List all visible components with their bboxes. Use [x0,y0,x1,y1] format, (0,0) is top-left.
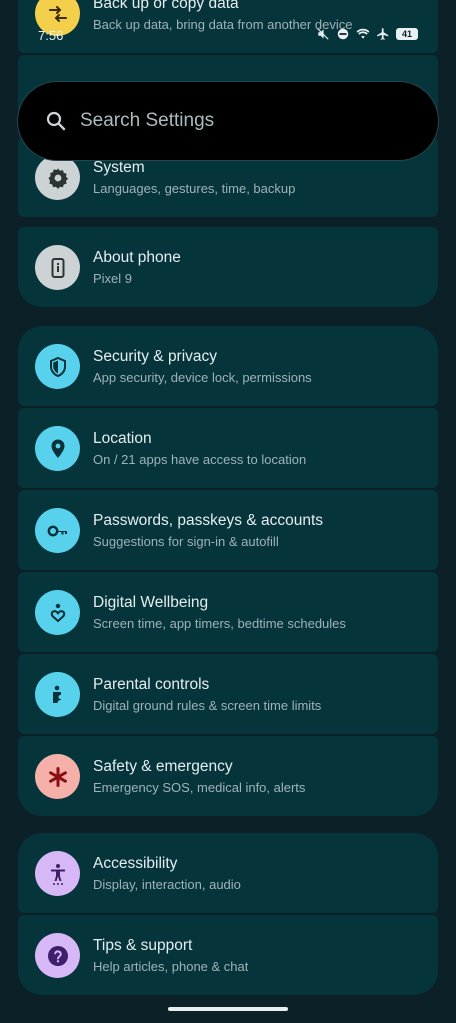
airplane-icon [377,28,389,40]
item-subtitle: Digital ground rules & screen time limit… [93,698,322,713]
settings-item-location[interactable]: Location On / 21 apps have access to loc… [18,408,438,488]
item-subtitle: Help articles, phone & chat [93,959,249,974]
accessibility-icon [35,851,80,896]
item-subtitle: Pixel 9 [93,271,133,286]
help-icon [35,933,80,978]
item-title: About phone [93,249,181,266]
status-time: 7:56 [38,28,64,43]
item-title: Tips & support [93,937,193,954]
item-title: System [93,159,145,176]
location-pin-icon [35,426,80,471]
shield-icon [35,344,80,389]
battery-indicator: 41 [396,28,418,40]
settings-item-safety-emergency[interactable]: Safety & emergency Emergency SOS, medica… [18,736,438,816]
key-icon [35,508,80,553]
parental-icon [35,672,80,717]
search-bar[interactable]: Search Settings [18,82,438,160]
item-title: Security & privacy [93,348,218,365]
wifi-icon [356,28,370,39]
settings-screen: 7:56 41 Search Settings Back up or copy … [0,0,456,1023]
status-icons: 41 [316,27,418,41]
item-subtitle: Languages, gestures, time, backup [93,181,296,196]
item-subtitle: Emergency SOS, medical info, alerts [93,780,306,795]
mute-icon [317,28,329,40]
item-subtitle: Screen time, app timers, bedtime schedul… [93,616,346,631]
wellbeing-heart-icon [35,590,80,635]
phone-info-icon [35,245,80,290]
item-title: Parental controls [93,676,210,693]
item-title: Accessibility [93,855,178,872]
item-subtitle: Suggestions for sign-in & autofill [93,534,279,549]
item-title: Passwords, passkeys & accounts [93,512,324,529]
settings-item-tips-support[interactable]: Tips & support Help articles, phone & ch… [18,915,438,995]
settings-item-passwords[interactable]: Passwords, passkeys & accounts Suggestio… [18,490,438,570]
item-subtitle: App security, device lock, permissions [93,370,312,385]
settings-item-security-privacy[interactable]: Security & privacy App security, device … [18,326,438,406]
settings-item-parental-controls[interactable]: Parental controls Digital ground rules &… [18,654,438,734]
status-bar: 7:56 41 [0,26,456,48]
asterisk-icon [35,754,80,799]
gear-icon [35,155,80,200]
settings-item-digital-wellbeing[interactable]: Digital Wellbeing Screen time, app timer… [18,572,438,652]
search-icon [46,111,66,131]
settings-item-about-phone[interactable]: About phone Pixel 9 [18,227,438,307]
settings-item-accessibility[interactable]: Accessibility Display, interaction, audi… [18,833,438,913]
search-placeholder: Search Settings [80,110,215,131]
item-title: Back up or copy data [93,0,239,12]
item-subtitle: On / 21 apps have access to location [93,452,307,467]
item-title: Digital Wellbeing [93,594,209,611]
home-indicator[interactable] [168,1007,288,1011]
dnd-icon [337,28,349,40]
item-title: Location [93,430,152,447]
item-subtitle: Display, interaction, audio [93,877,241,892]
item-title: Safety & emergency [93,758,233,775]
